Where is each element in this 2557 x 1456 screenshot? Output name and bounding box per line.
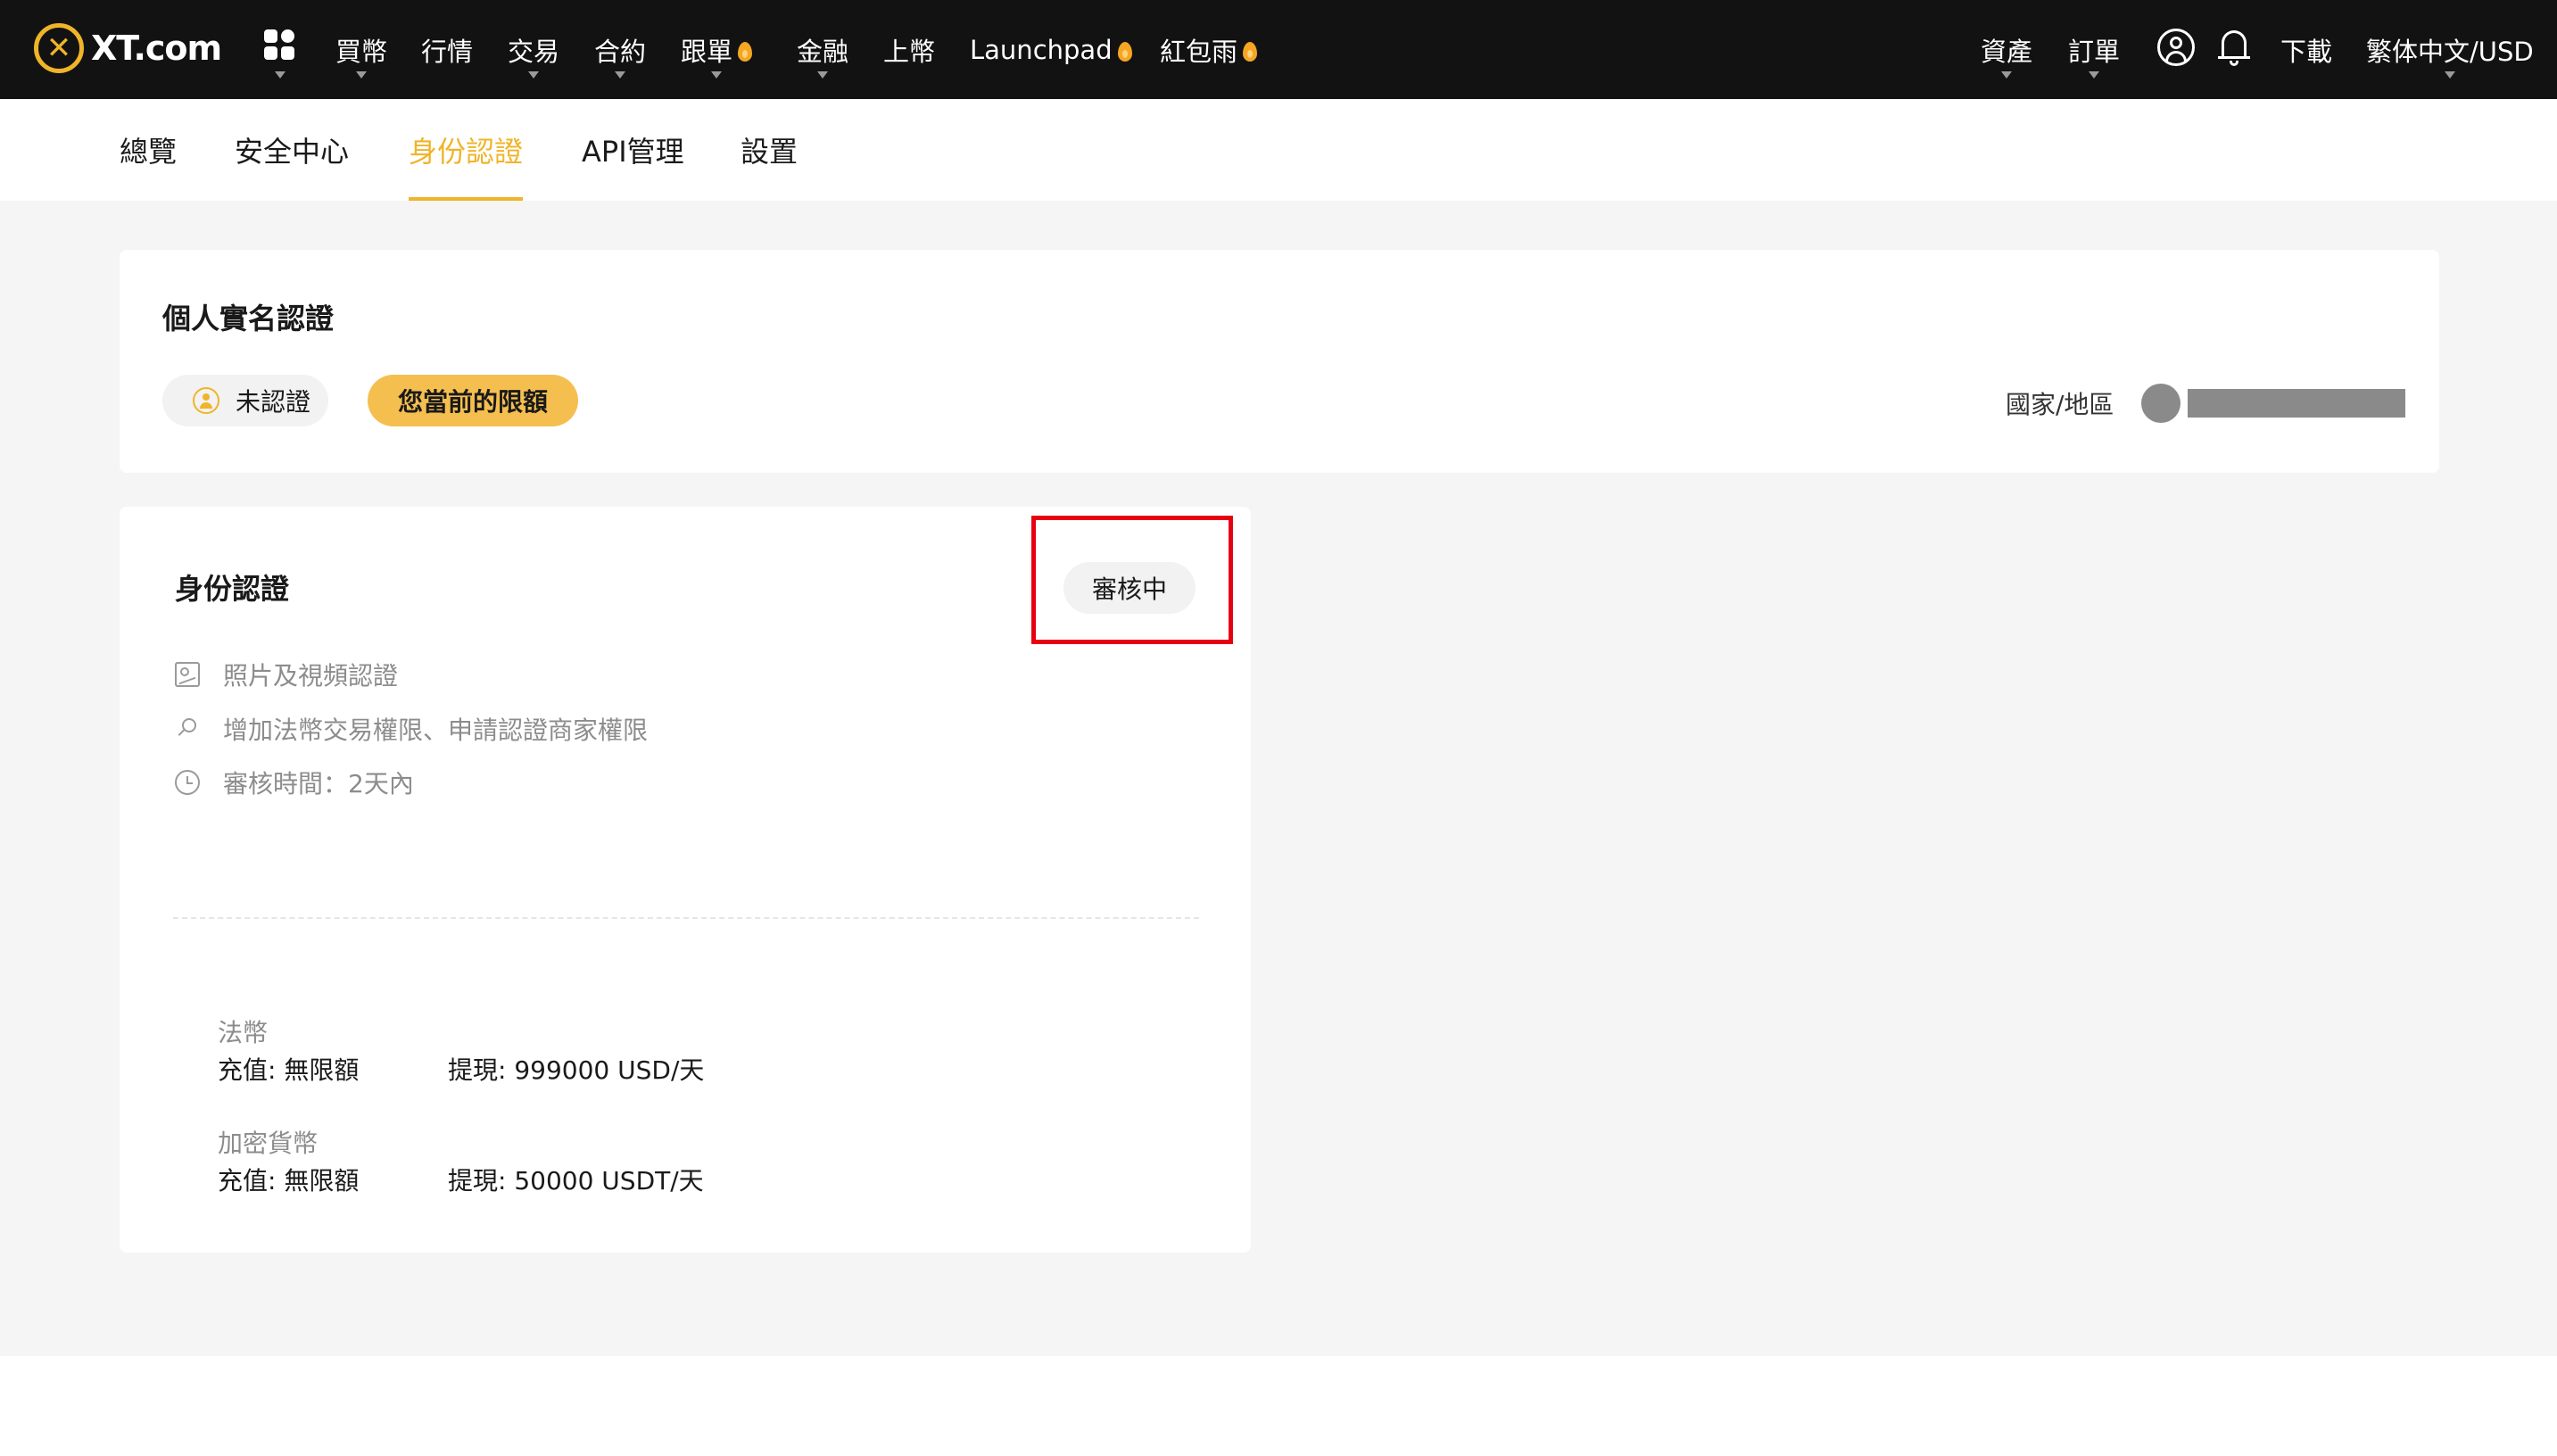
chevron-down-icon [2444,71,2455,79]
chevron-down-icon [2001,71,2012,79]
kyc-status-badge: 未認證 [162,375,328,426]
nav-red-packet[interactable]: 紅包雨 [1160,0,1258,99]
account-tabs: 總覽 安全中心 身份認證 API管理 設置 [0,99,2557,201]
crypto-withdraw-limit: 提現: 50000 USDT/天 [448,1166,704,1195]
logo-text: XT.com [91,29,222,68]
country-flag-icon [2141,384,2180,423]
nav-copy-trading[interactable]: 跟單 [681,0,753,99]
chevron-down-icon [615,71,625,79]
tab-security-center[interactable]: 安全中心 [235,99,349,201]
fire-icon [738,41,753,62]
nav-futures[interactable]: 合約 [594,0,646,99]
fire-icon [1117,41,1132,62]
kyc-summary-title: 個人實名認證 [162,302,335,335]
nav-listing[interactable]: 上幣 [883,0,935,99]
nav-launchpad[interactable]: Launchpad [970,0,1132,99]
kyc-summary-card: 個人實名認證 未認證 您當前的限額 國家/地區 [120,250,2439,473]
country-region-label: 國家/地區 [2006,390,2114,419]
search-icon [175,716,200,741]
nav-trade[interactable]: 交易 [508,0,559,99]
tab-settings[interactable]: 設置 [741,99,798,201]
feature-item: 審核時間：2天內 [175,765,414,800]
main-content: 個人實名認證 未認證 您當前的限額 國家/地區 身份認證 審核中 照片及視頻認證… [0,201,2557,1356]
image-icon [175,662,200,687]
user-account-icon[interactable] [2157,29,2195,66]
current-limit-button[interactable]: 您當前的限額 [368,375,578,426]
tab-overview[interactable]: 總覽 [120,99,177,201]
nav-buy-crypto[interactable]: 買幣 [335,0,387,99]
user-icon [193,387,219,414]
crypto-label: 加密貨幣 [218,1129,319,1158]
tab-api-management[interactable]: API管理 [582,99,684,201]
nav-download[interactable]: 下載 [2280,0,2332,99]
nav-finance[interactable]: 金融 [797,0,848,99]
tab-identity-verification[interactable]: 身份認證 [409,99,524,201]
xt-logo[interactable]: ✕ XT.com [34,20,222,77]
redacted-country-name [2188,389,2405,418]
divider [173,917,1199,919]
chevron-down-icon [711,71,722,79]
clock-icon [175,770,200,795]
chevron-down-icon [2089,71,2099,79]
fiat-deposit-limit: 充值: 無限額 [218,1055,360,1085]
nav-orders[interactable]: 訂單 [2068,0,2120,99]
xt-logo-icon: ✕ [34,23,84,73]
crypto-deposit-limit: 充值: 無限額 [218,1166,360,1195]
fiat-label: 法幣 [218,1018,269,1047]
apps-grid-icon[interactable] [264,29,296,79]
notification-bell-icon[interactable] [2218,27,2250,68]
feature-item: 增加法幣交易權限、申請認證商家權限 [175,711,648,747]
chevron-down-icon [356,71,367,79]
identity-verification-card: 身份認證 審核中 照片及視頻認證 增加法幣交易權限、申請認證商家權限 審核時間：… [120,507,1251,1253]
language-currency-selector[interactable]: 繁体中文/USD [2366,0,2534,99]
nav-markets[interactable]: 行情 [421,0,473,99]
fiat-withdraw-limit: 提現: 999000 USD/天 [448,1055,705,1085]
highlight-annotation-box [1031,516,1233,644]
chevron-down-icon [817,71,828,79]
top-navigation-bar: ✕ XT.com 買幣 行情 交易 合約 跟單 金融 上幣 Launchpad … [0,0,2557,99]
nav-assets[interactable]: 資產 [1981,0,2032,99]
fire-icon [1243,41,1258,62]
page-footer-space [0,1356,2557,1456]
feature-item: 照片及視頻認證 [175,657,398,692]
identity-card-title: 身份認證 [175,572,290,606]
chevron-down-icon [528,71,539,79]
